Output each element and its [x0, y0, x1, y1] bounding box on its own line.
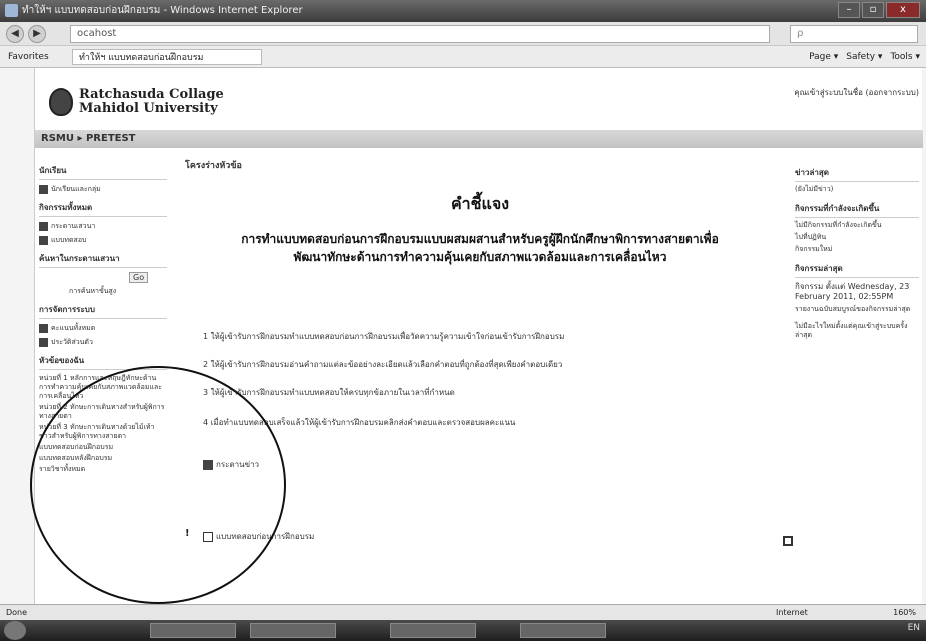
search-input[interactable]: ρ	[790, 25, 918, 43]
taskbar-item[interactable]	[520, 623, 606, 638]
maximize-button[interactable]: ▫	[862, 2, 884, 18]
browser-tab[interactable]: ทำให้ฯ แบบทดสอบก่อนฝึกอบรม	[72, 49, 262, 65]
security-zone: Internet	[776, 608, 808, 617]
taskbar-item[interactable]	[250, 623, 336, 638]
ie-logo-icon	[5, 4, 18, 17]
highlight-marker-icon	[783, 536, 793, 546]
close-button[interactable]: x	[886, 2, 920, 18]
quiz-icon	[39, 235, 48, 245]
grades-link[interactable]: คะแนนทั้งหมด	[39, 323, 167, 334]
annotation-ellipse	[30, 366, 286, 604]
college-name-line1: Ratchasuda Collage	[79, 87, 224, 102]
favorites-bar: Favorites ทำให้ฯ แบบทดสอบก่อนฝึกอบรม Pag…	[0, 46, 926, 68]
site-header: Ratchasuda Collage Mahidol University คุ…	[35, 68, 923, 128]
taskbar: EN	[0, 620, 926, 641]
recent-activity-since: กิจกรรม ตั้งแต่ Wednesday, 23 February 2…	[795, 282, 910, 301]
topic-outline-header: โครงร่างหัวข้อ	[185, 161, 242, 171]
url-input[interactable]: ocahost	[70, 25, 770, 43]
breadcrumb[interactable]: RSMU ▸ PRETEST	[35, 130, 923, 148]
minimize-button[interactable]: –	[838, 2, 860, 18]
right-column: ข่าวล่าสุด (ยังไม่มีข่าว) กิจกรรมที่กำลั…	[795, 158, 919, 598]
taskbar-item[interactable]	[390, 623, 476, 638]
advanced-search-link[interactable]: การค้นหาขั้นสูง	[69, 286, 167, 297]
upcoming-events-body: ไม่มีกิจกรรมที่กำลังจะเกิดขึ้น	[795, 221, 882, 229]
instructions-subheading: การทำแบบทดสอบก่อนการฝึกอบรมแบบผสมผสานสำห…	[185, 230, 775, 266]
safety-menu[interactable]: Safety ▾	[846, 46, 882, 68]
tools-menu[interactable]: Tools ▾	[890, 46, 920, 68]
status-bar: Done Internet 160%	[0, 604, 926, 620]
people-icon	[39, 184, 48, 194]
window-title-bar: ทำให้ฯ แบบทดสอบก่อนฝึกอบรม - Windows Int…	[0, 0, 926, 22]
new-event-link[interactable]: กิจกรรมใหม่	[795, 245, 919, 254]
go-button[interactable]: Go	[129, 272, 149, 283]
college-name-line2: Mahidol University	[79, 101, 218, 116]
participants-link[interactable]: นักเรียนและกลุ่ม	[39, 184, 167, 195]
forward-button[interactable]: ▶	[28, 25, 46, 43]
window-controls: – ▫ x	[838, 2, 920, 18]
nothing-new-text: ไม่มีอะไรใหม่ตั้งแต่คุณเข้าสู่ระบบครั้งล…	[795, 322, 908, 339]
grades-icon	[39, 323, 48, 333]
page-menu[interactable]: Page ▾	[809, 46, 838, 68]
latest-news-title: ข่าวล่าสุด	[795, 166, 919, 182]
login-info[interactable]: คุณเข้าสู่ระบบในชื่อ (ออกจากระบบ)	[794, 86, 919, 99]
forum-icon	[39, 221, 48, 231]
instruction-item: 1 ให้ผู้เข้ารับการฝึกอบรมทำแบบทดสอบก่อนก…	[203, 332, 565, 341]
instruction-item: 2 ให้ผู้เข้ารับการฝึกอบรมอ่านคำถามแต่ละข…	[203, 360, 563, 369]
subheading-line2: พัฒนาทักษะด้านการทำความคุ้นเคยกับสภาพแวด…	[293, 250, 667, 264]
zoom-level[interactable]: 160%	[893, 605, 916, 621]
college-logo-icon	[49, 88, 73, 116]
subheading-line1: การทำแบบทดสอบก่อนการฝึกอบรมแบบผสมผสานสำห…	[241, 232, 719, 246]
people-block-title: นักเรียน	[39, 164, 167, 180]
address-bar: ◀ ▶ ocahost ρ	[0, 22, 926, 46]
instruction-item: 4 เมื่อทำแบบทดสอบเสร็จแล้วให้ผู้เข้ารับก…	[203, 418, 516, 427]
instruction-item: 3 ให้ผู้เข้ารับการฝึกอบรมทำแบบทดสอบให้คร…	[203, 388, 455, 397]
back-button[interactable]: ◀	[6, 25, 24, 43]
recent-activity-title: กิจกรรมล่าสุด	[795, 262, 919, 278]
taskbar-item[interactable]	[150, 623, 236, 638]
favorites-button[interactable]: Favorites	[8, 46, 49, 68]
forums-link[interactable]: กระดานเสวนา	[39, 221, 167, 232]
profile-icon	[39, 337, 48, 347]
upcoming-events-title: กิจกรรมที่กำลังจะเกิดขึ้น	[795, 202, 919, 218]
search-forums-block-title: ค้นหาในกระดานเสวนา	[39, 252, 167, 268]
latest-news-body: (ยังไม่มีข่าว)	[795, 185, 834, 193]
instructions-heading: คำชี้แจง	[450, 194, 510, 213]
window-title: ทำให้ฯ แบบทดสอบก่อนฝึกอบรม - Windows Int…	[22, 5, 303, 16]
status-text: Done	[6, 608, 28, 617]
administration-block-title: การจัดการระบบ	[39, 303, 167, 319]
quizzes-link[interactable]: แบบทดสอบ	[39, 235, 167, 246]
profile-link[interactable]: ประวัติส่วนตัว	[39, 337, 167, 348]
command-bar: Page ▾ Safety ▾ Tools ▾	[809, 46, 920, 68]
start-button-icon[interactable]	[4, 621, 26, 640]
calendar-link[interactable]: ไปที่ปฏิทิน	[795, 233, 919, 242]
system-tray[interactable]: EN	[908, 623, 920, 633]
full-report-link[interactable]: รายงานฉบับสมบูรณ์ของกิจกรรมล่าสุด	[795, 305, 919, 314]
college-name: Ratchasuda Collage Mahidol University	[79, 88, 224, 116]
activities-block-title: กิจกรรมทั้งหมด	[39, 201, 167, 217]
